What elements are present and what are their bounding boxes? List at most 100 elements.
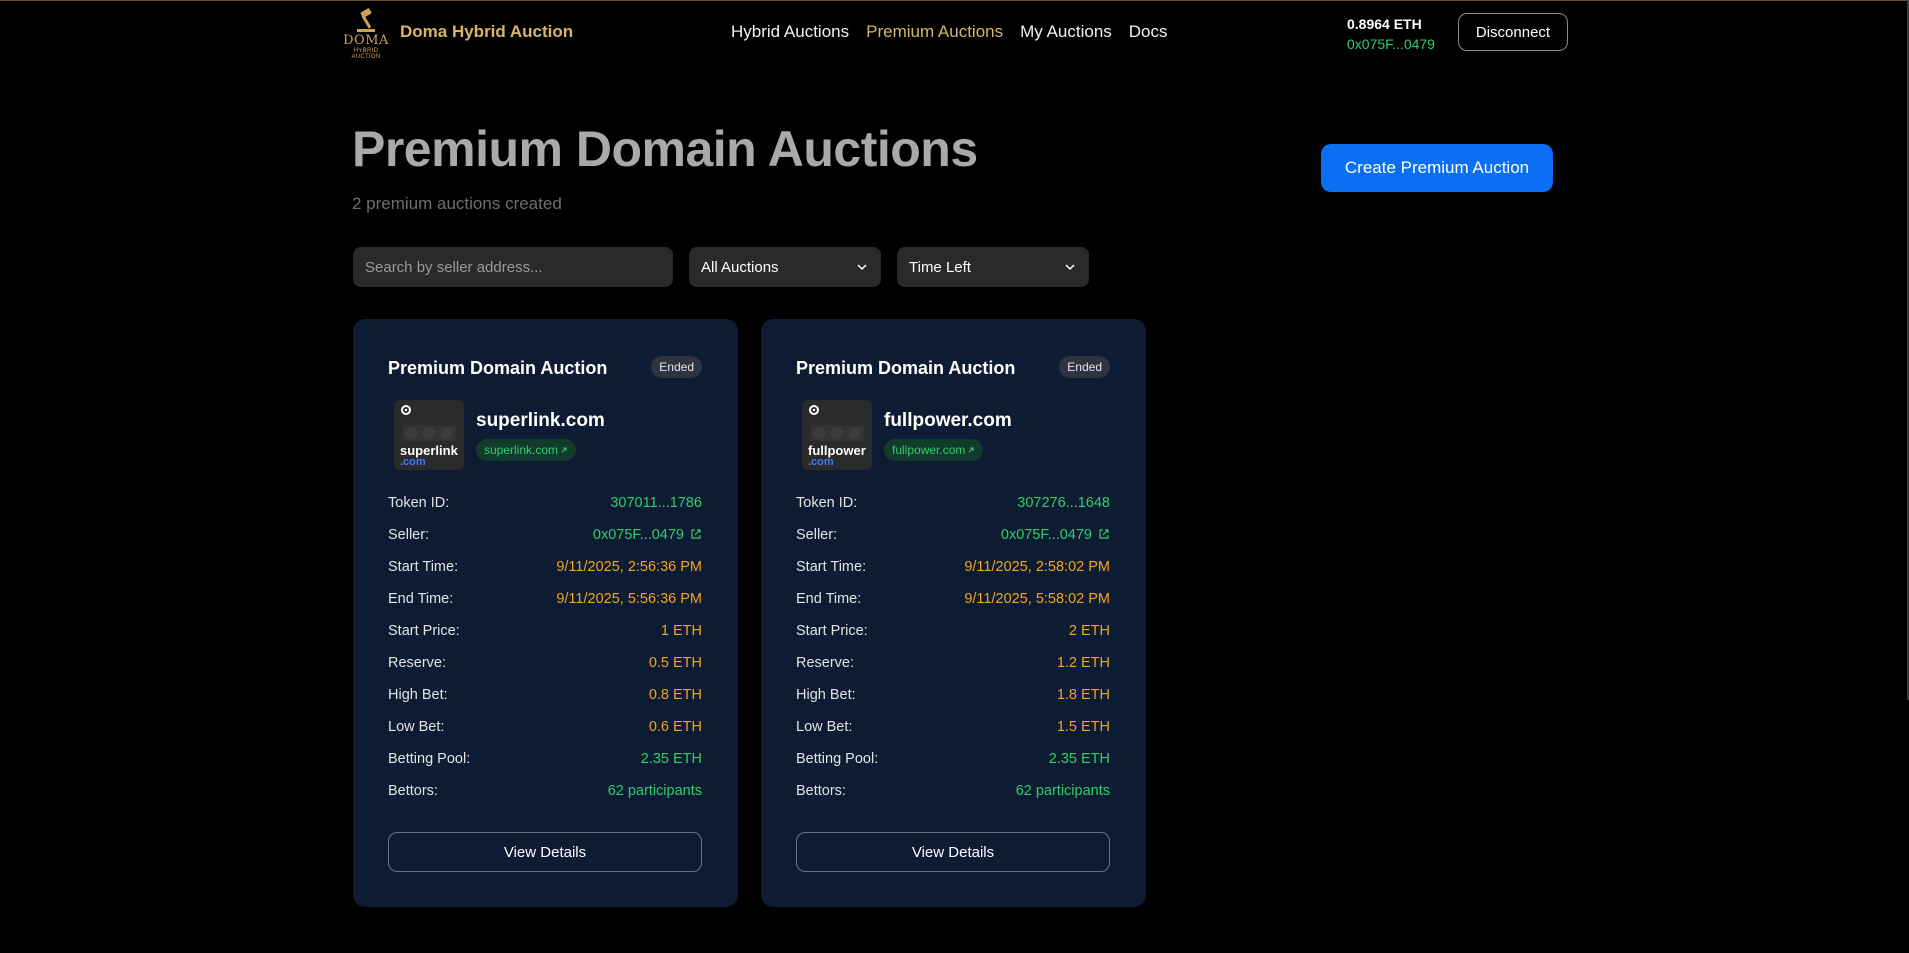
end-time-value: 9/11/2025, 5:58:02 PM (964, 591, 1110, 607)
nav-hybrid-auctions[interactable]: Hybrid Auctions (731, 22, 849, 42)
detail-label: Bettors: (796, 783, 846, 799)
auction-card: Premium Domain Auction Ended superlink .… (353, 319, 738, 907)
detail-row: Betting Pool: 2.35 ETH (796, 751, 1110, 783)
top-navigation-bar: DOMA HYBRID AUCTION Doma Hybrid Auction … (0, 0, 1909, 66)
seller-link[interactable]: 0x075F...0479 (593, 527, 702, 543)
thumbnail-tld: .com (808, 456, 834, 468)
detail-row: Reserve: 0.5 ETH (388, 655, 702, 687)
betting-pool-value: 2.35 ETH (640, 751, 702, 767)
detail-label: Start Time: (796, 559, 867, 575)
auction-details: Token ID: 307276...1648 Seller: 0x075F...0… (796, 495, 1110, 815)
detail-row: Bettors: 62 participants (796, 783, 1110, 815)
high-bet-value: 0.8 ETH (648, 687, 702, 703)
start-price-value: 2 ETH (1068, 623, 1110, 639)
view-details-button[interactable]: View Details (388, 832, 702, 872)
detail-label: Betting Pool: (388, 751, 471, 767)
logo-subtitle: HYBRID AUCTION (351, 48, 381, 60)
chevron-down-icon (857, 264, 867, 271)
domain-thumbnail: superlink .com (394, 400, 464, 470)
detail-label: High Bet: (796, 687, 856, 703)
detail-label: Reserve: (388, 655, 447, 671)
detail-row: Token ID: 307276...1648 (796, 495, 1110, 527)
arrow-up-right-icon (969, 447, 974, 453)
start-time-value: 9/11/2025, 2:56:36 PM (556, 559, 702, 575)
token-id-value: 307011...1786 (610, 495, 702, 511)
detail-label: Reserve: (796, 655, 855, 671)
detail-row: Reserve: 1.2 ETH (796, 655, 1110, 687)
wallet-info: 0.8964 ETH 0x075F...0479 (1347, 14, 1435, 54)
bettors-value: 62 participants (1015, 783, 1110, 799)
logo-wordmark: DOMA (343, 33, 389, 48)
detail-row: Start Price: 2 ETH (796, 623, 1110, 655)
detail-label: End Time: (796, 591, 862, 607)
end-time-value: 9/11/2025, 5:56:36 PM (556, 591, 702, 607)
create-premium-auction-button[interactable]: Create Premium Auction (1321, 144, 1553, 192)
thumbnail-pattern (402, 425, 456, 441)
reserve-value: 1.2 ETH (1056, 655, 1110, 671)
low-bet-value: 1.5 ETH (1056, 719, 1110, 735)
domain-thumbnail: fullpower .com (802, 400, 872, 470)
detail-row: Betting Pool: 2.35 ETH (388, 751, 702, 783)
detail-label: Token ID: (796, 495, 858, 511)
detail-row: Start Time: 9/11/2025, 2:58:02 PM (796, 559, 1110, 591)
detail-label: Seller: (388, 527, 430, 543)
status-filter-select[interactable]: All Auctions (689, 247, 881, 287)
detail-row: Seller: 0x075F...0479 (796, 527, 1110, 559)
wallet-balance: 0.8964 ETH (1347, 16, 1422, 32)
seller-link[interactable]: 0x075F...0479 (1001, 527, 1110, 543)
detail-label: Low Bet: (388, 719, 445, 735)
card-title: Premium Domain Auction (796, 358, 1016, 378)
nav-premium-auctions[interactable]: Premium Auctions (866, 22, 1003, 42)
card-title: Premium Domain Auction (388, 358, 608, 378)
start-price-value: 1 ETH (660, 623, 702, 639)
detail-label: Betting Pool: (796, 751, 879, 767)
arrow-up-right-icon (561, 447, 567, 453)
detail-label: End Time: (388, 591, 454, 607)
domain-link[interactable]: superlink.com (476, 439, 577, 461)
page-title: Premium Domain Auctions (352, 121, 978, 177)
disconnect-button[interactable]: Disconnect (1458, 13, 1568, 51)
domain-name: superlink.com (476, 410, 605, 431)
detail-row: Low Bet: 1.5 ETH (796, 719, 1110, 751)
betting-pool-value: 2.35 ETH (1048, 751, 1110, 767)
doma-logo[interactable]: DOMA HYBRID AUCTION (340, 8, 392, 60)
reserve-value: 0.5 ETH (648, 655, 702, 671)
auction-details: Token ID: 307011...1786 Seller: 0x075F...0… (388, 495, 702, 815)
gavel-icon (357, 8, 375, 32)
detail-row: End Time: 9/11/2025, 5:58:02 PM (796, 591, 1110, 623)
low-bet-value: 0.6 ETH (648, 719, 702, 735)
detail-label: Start Price: (388, 623, 460, 639)
external-link-icon (1099, 529, 1109, 539)
status-badge: Ended (651, 356, 702, 378)
detail-label: Start Price: (796, 623, 868, 639)
status-filter-value: All Auctions (701, 258, 779, 276)
detail-row: Low Bet: 0.6 ETH (388, 719, 702, 751)
detail-label: Seller: (796, 527, 838, 543)
detail-label: Bettors: (388, 783, 438, 799)
detail-row: Start Price: 1 ETH (388, 623, 702, 655)
wallet-address: 0x075F...0479 (1347, 36, 1435, 52)
seller-value: 0x075F...0479 (1000, 527, 1092, 543)
nav-my-auctions[interactable]: My Auctions (1020, 22, 1112, 42)
seller-search-input[interactable] (353, 247, 673, 287)
view-details-button[interactable]: View Details (796, 832, 1110, 872)
chevron-down-icon (1065, 264, 1075, 271)
domain-link-label: fullpower.com (892, 443, 966, 457)
detail-label: Low Bet: (796, 719, 853, 735)
detail-row: Token ID: 307011...1786 (388, 495, 702, 527)
bettors-value: 62 participants (607, 783, 702, 799)
app-title[interactable]: Doma Hybrid Auction (400, 22, 573, 42)
detail-row: Bettors: 62 participants (388, 783, 702, 815)
seller-value: 0x075F...0479 (592, 527, 684, 543)
domain-link[interactable]: fullpower.com (884, 439, 984, 461)
nav-docs[interactable]: Docs (1129, 22, 1168, 42)
gear-icon (809, 405, 819, 415)
page-subtitle: 2 premium auctions created (352, 194, 562, 213)
external-link-icon (691, 529, 701, 539)
high-bet-value: 1.8 ETH (1056, 687, 1110, 703)
detail-row: Start Time: 9/11/2025, 2:56:36 PM (388, 559, 702, 591)
thumbnail-pattern (810, 425, 864, 441)
start-time-value: 9/11/2025, 2:58:02 PM (964, 559, 1110, 575)
detail-row: High Bet: 0.8 ETH (388, 687, 702, 719)
sort-select[interactable]: Time Left (897, 247, 1089, 287)
